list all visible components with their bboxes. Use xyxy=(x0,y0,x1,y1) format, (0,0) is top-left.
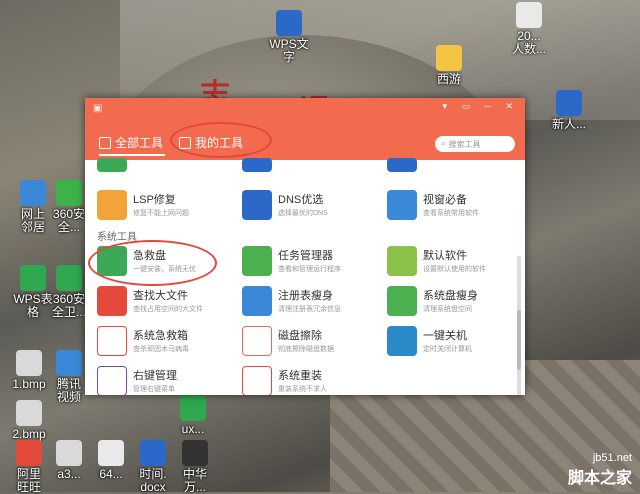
file-icon xyxy=(98,440,124,466)
default-software-icon xyxy=(387,246,417,276)
video-player-icon xyxy=(56,350,82,376)
find-files-icon xyxy=(97,286,127,316)
wps-writer-icon xyxy=(276,10,302,36)
tool-item-dns[interactable]: DNS优选 选择最优的DNS xyxy=(230,186,365,224)
folder-icon xyxy=(436,45,462,71)
app-icon xyxy=(180,395,206,421)
app-logo: ▣ xyxy=(93,103,103,114)
scrollbar-thumb[interactable] xyxy=(517,310,521,370)
tab-all-tools[interactable]: 全部工具 xyxy=(99,134,163,151)
highlight-ellipse xyxy=(170,122,272,158)
desktop-icon[interactable]: ux... xyxy=(164,395,222,436)
essentials-icon xyxy=(387,190,417,220)
desktop-icon[interactable]: 西游 xyxy=(420,45,478,86)
aliwangwang-icon xyxy=(16,440,42,466)
360-guard-icon xyxy=(56,265,82,291)
first-aid-icon xyxy=(97,326,127,356)
disk-wipe-icon xyxy=(242,326,272,356)
watermark: jb51.net 脚本之家 xyxy=(567,452,632,487)
system-disk-icon xyxy=(387,286,417,316)
mouse-icon xyxy=(97,366,127,395)
window-controls[interactable]: ▾ ▭ ─ ✕ xyxy=(443,101,519,112)
tool-item-system-disk-slim[interactable]: 系统盘瘦身 清理系统盘空间 xyxy=(375,282,510,320)
document-icon xyxy=(140,440,166,466)
search-icon: ⌕ xyxy=(441,139,446,148)
desktop-icon[interactable]: 20... 人数... xyxy=(500,2,558,56)
reinstall-icon xyxy=(242,366,272,395)
lsp-repair-icon xyxy=(97,190,127,220)
title-bar: ▣ ▾ ▭ ─ ✕ 全部工具 我的工具 ⌕ 搜索工具 xyxy=(85,98,525,160)
app-icon xyxy=(182,440,208,466)
tool-item-find-large-files[interactable]: 查找大文件 查找占用空间的大文件 xyxy=(85,282,220,320)
desktop-icon[interactable]: 新人... xyxy=(540,90,598,131)
tool-item-shutdown[interactable]: 一键关机 定时关闭计算机 xyxy=(375,322,510,360)
tool-item-task-manager[interactable]: 任务管理器 查看和管理运行程序 xyxy=(230,242,365,280)
file-icon xyxy=(516,2,542,28)
task-manager-icon xyxy=(242,246,272,276)
search-input[interactable]: ⌕ 搜索工具 xyxy=(435,136,515,152)
tool-item-lsp-repair[interactable]: LSP修复 修复不能上网问题 xyxy=(85,186,220,224)
tool-item-essentials[interactable]: 视窗必备 查看系统常用软件 xyxy=(375,186,510,224)
active-tab-indicator xyxy=(99,154,165,156)
desktop-icon[interactable]: 2.bmp xyxy=(0,400,58,441)
grid-icon xyxy=(99,136,111,149)
highlight-ellipse xyxy=(88,240,217,286)
dns-icon xyxy=(242,190,272,220)
tool-item-registry-slim[interactable]: 注册表瘦身 清理注册表冗余信息 xyxy=(230,282,365,320)
registry-icon xyxy=(242,286,272,316)
image-icon xyxy=(16,400,42,426)
file-icon xyxy=(56,440,82,466)
document-icon xyxy=(556,90,582,116)
tool-item-first-aid-kit[interactable]: 系统急救箱 查杀顽固木马病毒 xyxy=(85,322,220,360)
tool-item-context-menu[interactable]: 右键管理 管理右键菜单 xyxy=(85,362,220,395)
tool-item-reinstall[interactable]: 系统重装 重装系统不求人 xyxy=(230,362,365,395)
desktop-icon[interactable]: 中华 万... xyxy=(166,440,224,494)
power-icon xyxy=(387,326,417,356)
desktop-icon[interactable]: WPS文 字 xyxy=(260,10,318,64)
image-icon xyxy=(16,350,42,376)
360-security-icon xyxy=(56,180,82,206)
tool-item-disk-wipe[interactable]: 磁盘擦除 彻底擦除磁盘数据 xyxy=(230,322,365,360)
tool-item-default-software[interactable]: 默认软件 设置默认使用的软件 xyxy=(375,242,510,280)
